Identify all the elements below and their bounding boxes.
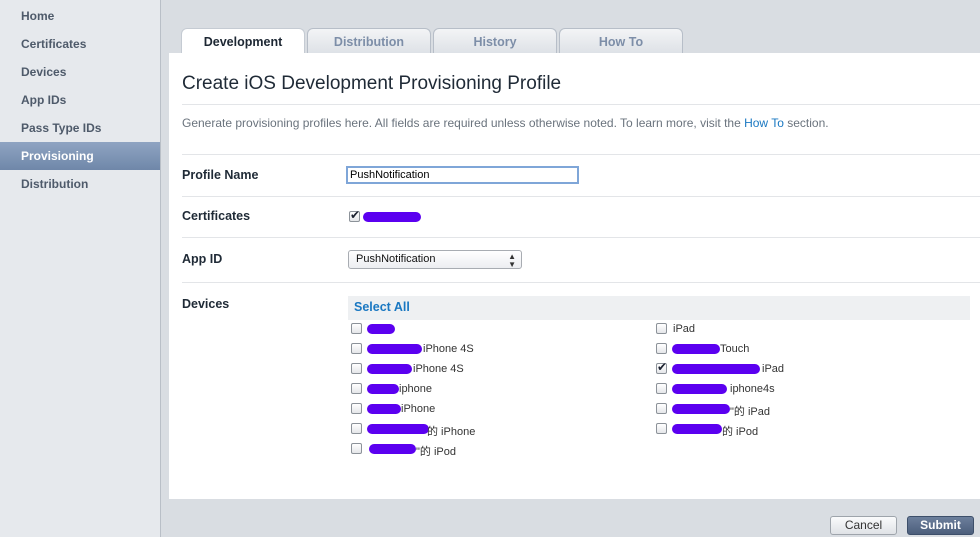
divider [182, 196, 980, 197]
device-label: iPhone 4S [423, 343, 474, 355]
device-checkbox[interactable] [656, 343, 667, 354]
device-checkbox[interactable] [351, 443, 362, 454]
device-checkbox[interactable] [351, 363, 362, 374]
device-label: iphone4s [730, 383, 775, 395]
device-checkbox[interactable] [656, 360, 667, 374]
device-label: 的 iPhone [427, 426, 476, 438]
device-checkbox[interactable] [351, 383, 362, 394]
redacted-device-name [672, 344, 720, 354]
how-to-link[interactable]: How To [744, 116, 784, 130]
device-label: iPad [673, 323, 696, 335]
app-id-select[interactable]: PushNotification ▲ ▼ [348, 250, 522, 269]
device-checkbox[interactable] [656, 383, 667, 394]
select-all-link[interactable]: Select All [354, 300, 410, 314]
intro-text-body: Generate provisioning profiles here. All… [182, 116, 741, 130]
redacted-device-name [367, 344, 422, 354]
select-all-bar: Select All [348, 296, 970, 320]
app-id-selected-value: PushNotification [356, 253, 436, 265]
device-label: "的 iPod [416, 446, 456, 458]
device-label: iPhone [401, 403, 436, 415]
redacted-device-name [672, 384, 727, 394]
redacted-device-name [672, 424, 722, 434]
device-checkbox[interactable] [656, 403, 667, 414]
sidebar-item-pass-type-ids[interactable]: Pass Type IDs [0, 114, 160, 142]
submit-button[interactable]: Submit [907, 516, 974, 535]
device-checkbox[interactable] [351, 323, 362, 334]
redacted-device-name [367, 364, 412, 374]
sidebar-item-home[interactable]: Home [0, 2, 160, 30]
device-label: Touch [720, 343, 750, 355]
device-checkbox[interactable] [656, 423, 667, 434]
redacted-device-name [367, 324, 395, 334]
sidebar-item-certificates[interactable]: Certificates [0, 30, 160, 58]
profile-name-input[interactable] [346, 166, 579, 184]
content-panel: Create iOS Development Provisioning Prof… [169, 53, 980, 499]
device-label: 的 iPod [722, 426, 759, 438]
redacted-device-name [369, 444, 416, 454]
tab-how-to[interactable]: How To [559, 28, 683, 54]
redacted-certificate-name [363, 212, 421, 222]
device-checkbox[interactable] [351, 403, 362, 414]
device-label: iphone [399, 383, 433, 395]
sidebar-item-app-ids[interactable]: App IDs [0, 86, 160, 114]
cancel-button[interactable]: Cancel [830, 516, 897, 535]
app-id-label: App ID [182, 252, 223, 266]
redacted-device-name [367, 384, 399, 394]
divider [182, 104, 980, 105]
divider [182, 237, 980, 238]
select-arrows-icon: ▲ ▼ [508, 252, 516, 269]
sidebar-item-devices[interactable]: Devices [0, 58, 160, 86]
redacted-device-name [672, 404, 730, 414]
devices-label: Devices [182, 297, 230, 311]
tab-development[interactable]: Development [181, 28, 305, 54]
device-label: iPad [762, 363, 785, 375]
main-area: Development Distribution History How To … [161, 0, 980, 537]
device-label: "的 iPad [730, 406, 770, 418]
certificates-label: Certificates [182, 209, 251, 223]
device-label: iPhone 4S [413, 363, 464, 375]
divider [182, 282, 980, 283]
intro-text-suffix: section. [787, 116, 829, 130]
page-title: Create iOS Development Provisioning Prof… [182, 73, 562, 94]
tab-distribution[interactable]: Distribution [307, 28, 431, 54]
intro-text: Generate provisioning profiles here. All… [182, 116, 829, 130]
sidebar-item-distribution[interactable]: Distribution [0, 170, 160, 198]
sidebar-item-provisioning[interactable]: Provisioning [0, 142, 160, 170]
device-checkbox[interactable] [351, 423, 362, 434]
sidebar: Home Certificates Devices App IDs Pass T… [0, 0, 161, 537]
redacted-device-name [672, 364, 760, 374]
redacted-device-name [367, 424, 429, 434]
certificate-checkbox[interactable] [349, 208, 360, 222]
device-checkbox[interactable] [656, 323, 667, 334]
divider [182, 154, 980, 155]
profile-name-label: Profile Name [182, 168, 259, 182]
device-checkbox[interactable] [351, 343, 362, 354]
tab-history[interactable]: History [433, 28, 557, 54]
redacted-device-name [367, 404, 401, 414]
